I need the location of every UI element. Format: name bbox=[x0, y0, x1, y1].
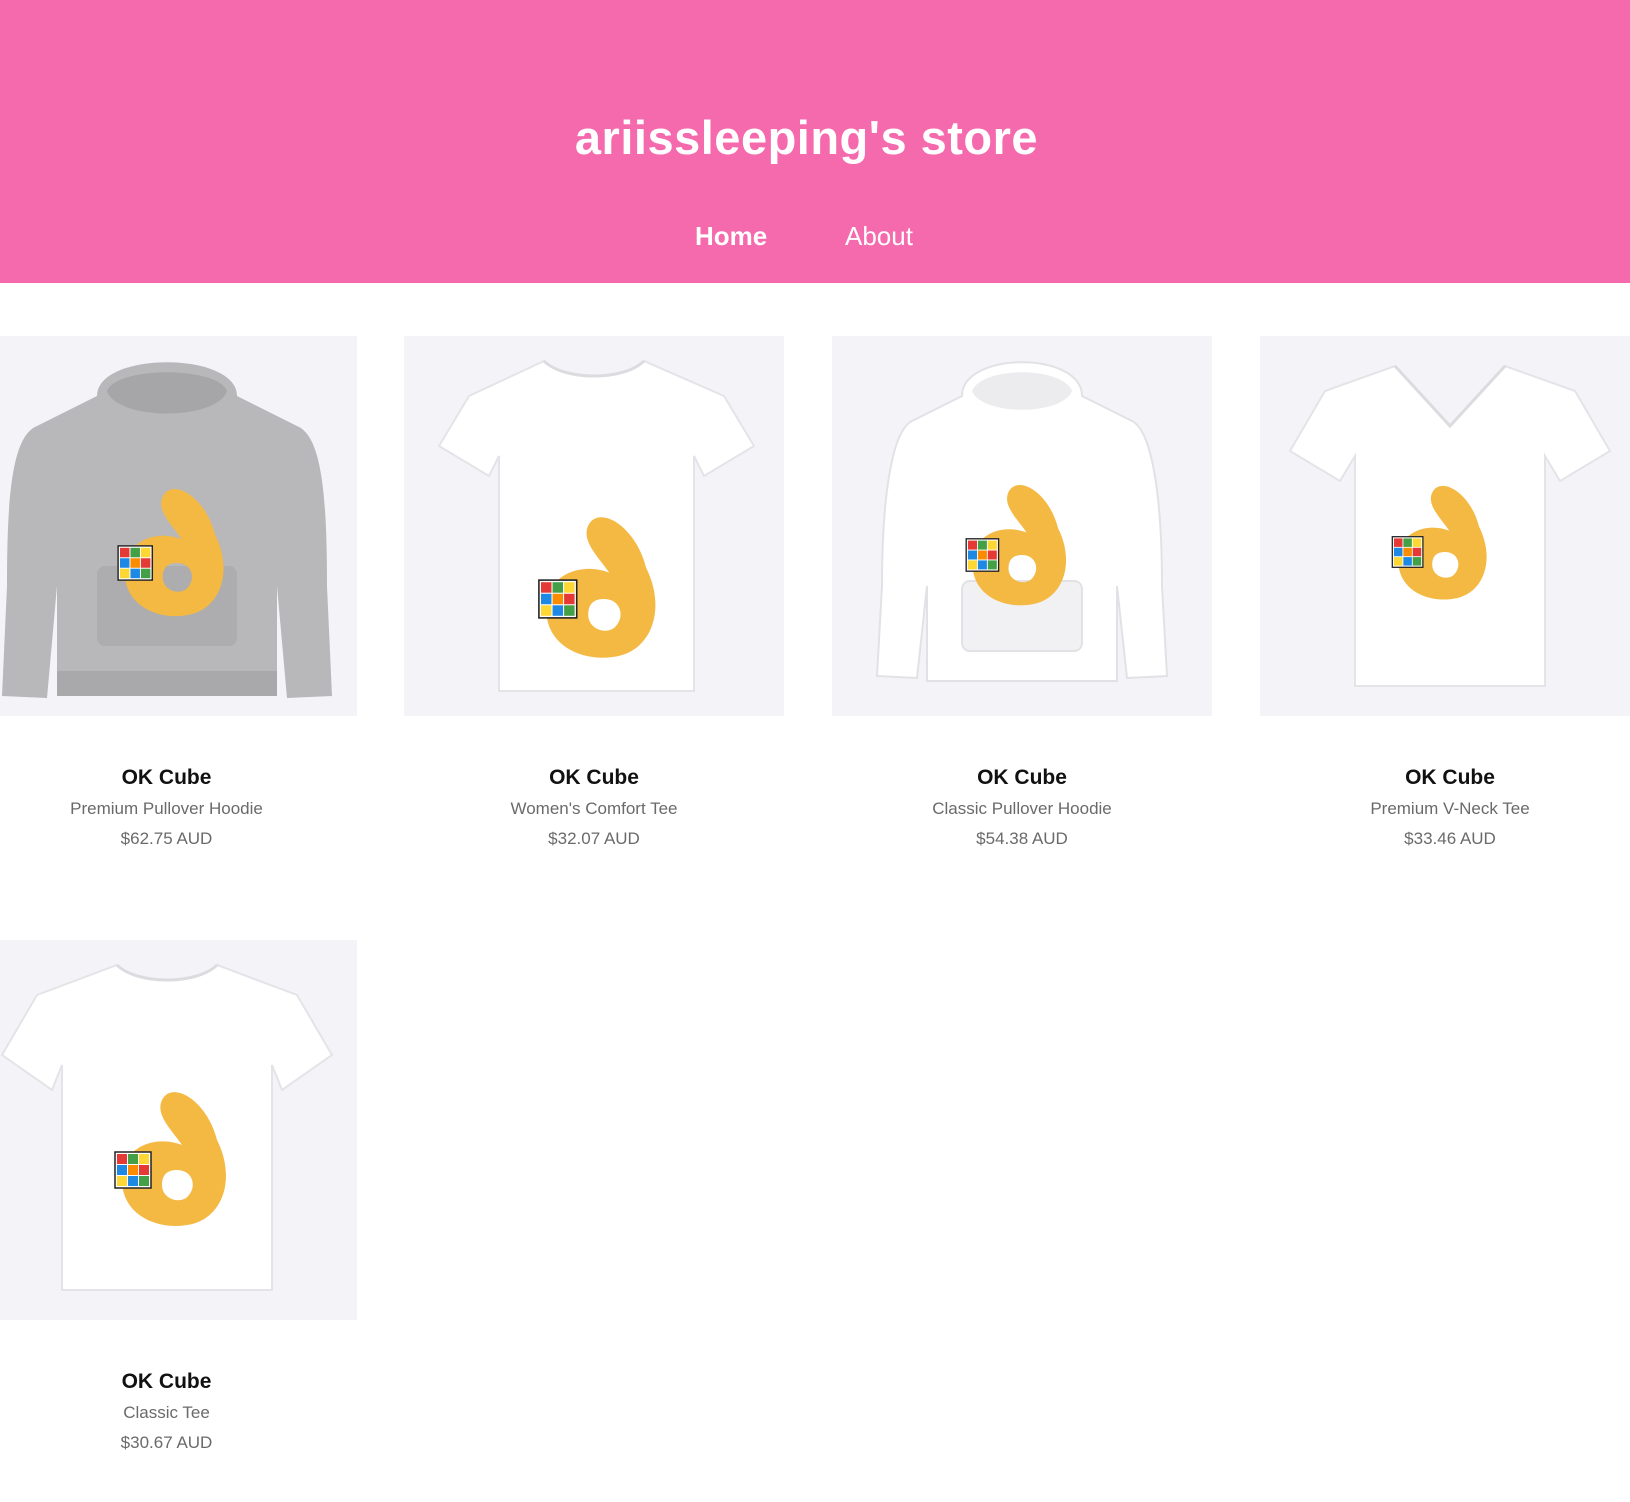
product-image[interactable] bbox=[0, 940, 357, 1320]
nav-about-link[interactable]: About bbox=[845, 221, 913, 252]
store-header: ariissleeping's store Home About bbox=[0, 0, 1630, 283]
product-image[interactable] bbox=[404, 336, 784, 716]
product-name: OK Cube bbox=[1405, 766, 1495, 789]
product-image[interactable] bbox=[1260, 336, 1630, 716]
product-name: OK Cube bbox=[549, 766, 639, 789]
product-name: OK Cube bbox=[121, 766, 212, 789]
product-type: Premium V-Neck Tee bbox=[1370, 799, 1530, 818]
nav-home-link[interactable]: Home bbox=[695, 221, 767, 252]
product-price: $54.38 AUD bbox=[976, 829, 1068, 848]
product-type: Classic Tee bbox=[123, 1403, 210, 1422]
product-name: OK Cube bbox=[977, 766, 1067, 789]
product-price: $30.67 AUD bbox=[120, 1433, 213, 1452]
product-image[interactable] bbox=[832, 336, 1212, 716]
product-image[interactable] bbox=[0, 336, 357, 716]
product-price: $33.46 AUD bbox=[1404, 829, 1496, 848]
product-name: OK Cube bbox=[121, 1370, 212, 1393]
product-type: Classic Pullover Hoodie bbox=[932, 799, 1112, 818]
hoodie-icon bbox=[2, 362, 332, 698]
hoodie-icon bbox=[875, 361, 1169, 682]
vneck-tshirt-icon bbox=[1288, 364, 1612, 687]
tshirt-icon bbox=[0, 963, 334, 1291]
store-title: ariissleeping's store bbox=[574, 111, 1039, 164]
product-price: $62.75 AUD bbox=[120, 829, 213, 848]
product-price: $32.07 AUD bbox=[548, 829, 640, 848]
tshirt-icon bbox=[437, 359, 756, 692]
product-type: Premium Pullover Hoodie bbox=[70, 799, 263, 818]
product-type: Women's Comfort Tee bbox=[510, 799, 678, 818]
